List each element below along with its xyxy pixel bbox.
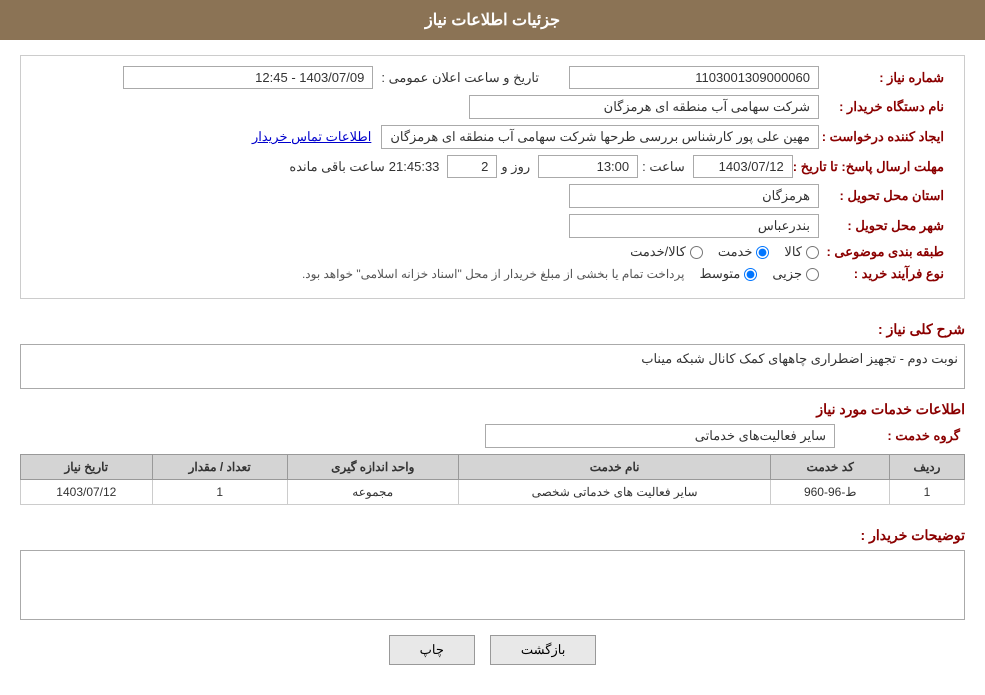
buyer-notes-textarea[interactable] <box>20 550 965 620</box>
table-cell-name: سایر فعالیت های خدماتی شخصی <box>458 480 771 505</box>
deadline-label: مهلت ارسال پاسخ: تا تاریخ : <box>793 159 949 175</box>
radio-khedmat-input[interactable] <box>756 246 769 259</box>
row-province: استان محل تحویل : هرمزگان <box>36 184 949 208</box>
row-buyer-notes: توضیحات خریدار : <box>20 517 965 620</box>
print-button[interactable]: چاپ <box>389 635 475 665</box>
bottom-buttons: بازگشت چاپ <box>20 635 965 665</box>
table-cell-row: 1 <box>890 480 965 505</box>
services-section-title: اطلاعات خدمات مورد نیاز <box>20 401 965 418</box>
process-note: پرداخت تمام یا بخشی از مبلغ خریدار از مح… <box>302 267 685 281</box>
need-description-value: نوبت دوم - تجهیز اضطراری چاههای کمک کانا… <box>20 344 965 389</box>
city-value: بندرعباس <box>569 214 819 238</box>
radio-jozi-label: جزیی <box>772 266 802 282</box>
radio-khedmat: خدمت <box>718 244 770 260</box>
radio-kala-input[interactable] <box>806 246 819 259</box>
row-category: طبقه بندی موضوعی : کالا خدمت کالا/خدمت <box>36 244 949 260</box>
need-number-label: شماره نیاز : <box>819 70 949 86</box>
col-row: ردیف <box>890 455 965 480</box>
process-label: نوع فرآیند خرید : <box>819 266 949 282</box>
radio-kala-khedmat: کالا/خدمت <box>630 244 703 260</box>
table-header-row: ردیف کد خدمت نام خدمت واحد اندازه گیری ت… <box>21 455 965 480</box>
radio-khedmat-label: خدمت <box>718 244 753 260</box>
services-table: ردیف کد خدمت نام خدمت واحد اندازه گیری ت… <box>20 454 965 505</box>
services-group-value: سایر فعالیت‌های خدماتی <box>485 424 835 448</box>
city-label: شهر محل تحویل : <box>819 218 949 234</box>
category-radio-group: کالا خدمت کالا/خدمت <box>630 244 819 260</box>
col-code: کد خدمت <box>771 455 890 480</box>
deadline-remaining-label: ساعت باقی مانده <box>289 159 384 175</box>
table-cell-code: ط-96-960 <box>771 480 890 505</box>
main-content: شماره نیاز : 1103001309000060 تاریخ و سا… <box>0 40 985 695</box>
radio-kala-khedmat-input[interactable] <box>690 246 703 259</box>
row-need-description: شرح کلی نیاز : نوبت دوم - تجهیز اضطراری … <box>20 311 965 389</box>
col-name: نام خدمت <box>458 455 771 480</box>
buyer-label: نام دستگاه خریدار : <box>819 99 949 115</box>
buyer-notes-label: توضیحات خریدار : <box>835 527 965 544</box>
radio-motavase: متوسط <box>699 266 757 282</box>
province-value: هرمزگان <box>569 184 819 208</box>
row-need-number: شماره نیاز : 1103001309000060 تاریخ و سا… <box>36 66 949 89</box>
buyer-value: شرکت سهامی آب منطقه ای هرمزگان <box>469 95 819 119</box>
need-number-value: 1103001309000060 <box>569 66 819 89</box>
province-label: استان محل تحویل : <box>819 188 949 204</box>
radio-kala-label: کالا <box>784 244 802 260</box>
row-process: نوع فرآیند خرید : جزیی متوسط پرداخت تمام… <box>36 266 949 282</box>
creator-label: ایجاد کننده درخواست : <box>819 129 949 145</box>
table-cell-date: 1403/07/12 <box>21 480 153 505</box>
table-cell-quantity: 1 <box>152 480 287 505</box>
need-description-title: شرح کلی نیاز : <box>835 321 965 338</box>
back-button[interactable]: بازگشت <box>490 635 596 665</box>
deadline-days-label: روز و <box>501 159 530 175</box>
row-creator: ایجاد کننده درخواست : مهین علی پور کارشن… <box>36 125 949 149</box>
row-deadline: مهلت ارسال پاسخ: تا تاریخ : 1403/07/12 س… <box>36 155 949 178</box>
info-section: شماره نیاز : 1103001309000060 تاریخ و سا… <box>20 55 965 299</box>
col-unit: واحد اندازه گیری <box>287 455 458 480</box>
creator-value: مهین علی پور کارشناس بررسی طرحها شرکت سه… <box>381 125 819 149</box>
deadline-days: 2 <box>447 155 497 178</box>
radio-kala: کالا <box>784 244 819 260</box>
row-buyer: نام دستگاه خریدار : شرکت سهامی آب منطقه … <box>36 95 949 119</box>
page-header: جزئیات اطلاعات نیاز <box>0 0 985 40</box>
deadline-date: 1403/07/12 <box>693 155 793 178</box>
radio-jozi-input[interactable] <box>806 268 819 281</box>
contact-link[interactable]: اطلاعات تماس خریدار <box>252 129 371 145</box>
page-wrapper: جزئیات اطلاعات نیاز شماره نیاز : 1103001… <box>0 0 985 695</box>
row-city: شهر محل تحویل : بندرعباس <box>36 214 949 238</box>
table-row: 1ط-96-960سایر فعالیت های خدماتی شخصیمجمو… <box>21 480 965 505</box>
category-label: طبقه بندی موضوعی : <box>819 244 949 260</box>
col-qty: تعداد / مقدار <box>152 455 287 480</box>
radio-kala-khedmat-label: کالا/خدمت <box>630 244 686 260</box>
table-cell-unit: مجموعه <box>287 480 458 505</box>
services-group-label: گروه خدمت : <box>835 428 965 444</box>
row-services-group: گروه خدمت : سایر فعالیت‌های خدماتی <box>20 424 965 448</box>
col-date: تاریخ نیاز <box>21 455 153 480</box>
deadline-time: 13:00 <box>538 155 638 178</box>
announce-value: 1403/07/09 - 12:45 <box>123 66 373 89</box>
header-title: جزئیات اطلاعات نیاز <box>425 12 560 29</box>
deadline-time-label: ساعت : <box>642 159 685 175</box>
announce-label: تاریخ و ساعت اعلان عمومی : <box>381 70 539 86</box>
radio-motavase-label: متوسط <box>699 266 740 282</box>
process-radio-group: جزیی متوسط <box>699 266 819 282</box>
radio-jozi: جزیی <box>772 266 819 282</box>
deadline-remaining-time: 21:45:33 <box>389 159 440 174</box>
radio-motavase-input[interactable] <box>744 268 757 281</box>
